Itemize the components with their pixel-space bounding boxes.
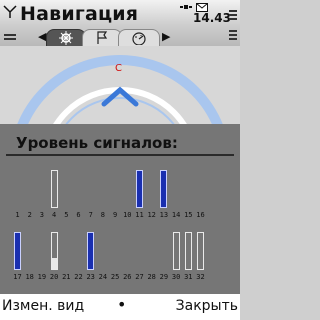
satellite-bars-row-2: [14, 224, 214, 270]
change-view-button[interactable]: Измен. вид: [2, 298, 84, 314]
gps-satellite-icon: [180, 5, 192, 9]
signal-bar-31: [184, 232, 192, 270]
tab-right-arrow-icon[interactable]: ▶: [162, 30, 170, 43]
dialog-title: Уровень сигналов:: [16, 134, 178, 152]
satellite-bars-row-1: [14, 162, 214, 208]
signal-bar-4: [50, 170, 58, 208]
divider: [6, 154, 234, 156]
signal-bar-30: [172, 232, 180, 270]
page-title: Навигация: [20, 3, 139, 25]
signal-bar-20: [50, 232, 58, 270]
heading-letter: С: [115, 63, 122, 74]
satellite-numbers-row-1: 1 2 3 4 5 6 7 8 9 10 11 12 13 14 15 16: [14, 211, 224, 221]
signal-dialog: Уровень сигналов: 1 2 3 4 5 6 7 8 9 10 11 12 13 14 15 1…: [0, 124, 240, 294]
tab-speedometer[interactable]: [118, 29, 160, 46]
clock: 14.43: [193, 11, 231, 25]
signal-bar-23: [87, 232, 95, 270]
satellite-number: 32: [196, 273, 205, 281]
signal-bar-fill: [51, 258, 57, 269]
signal-bar-17: [14, 232, 21, 270]
signal-bar-11: [136, 170, 143, 208]
signal-bar-32: [197, 232, 204, 270]
tab-bar: ◀ ▶: [0, 28, 240, 46]
close-button[interactable]: Закрыть: [176, 298, 238, 314]
signal-bar-13: [160, 170, 168, 208]
flag-icon: [97, 31, 108, 44]
compass-icon: [59, 31, 73, 45]
tab-compass[interactable]: [46, 29, 86, 46]
tab-flag[interactable]: [82, 29, 122, 46]
softkey-bar: Измен. вид • Закрыть: [0, 294, 240, 320]
title-bar: Навигация 14.43 ◀ ▶: [0, 0, 240, 46]
satellite-numbers-row-2: 17 18 19 20 21 22 23 24 25 26 27 28 29 30 31 32: [13, 273, 224, 283]
middle-softkey[interactable]: •: [117, 295, 126, 314]
speedometer-icon: [132, 32, 146, 45]
satellite-number: 16: [196, 211, 205, 219]
